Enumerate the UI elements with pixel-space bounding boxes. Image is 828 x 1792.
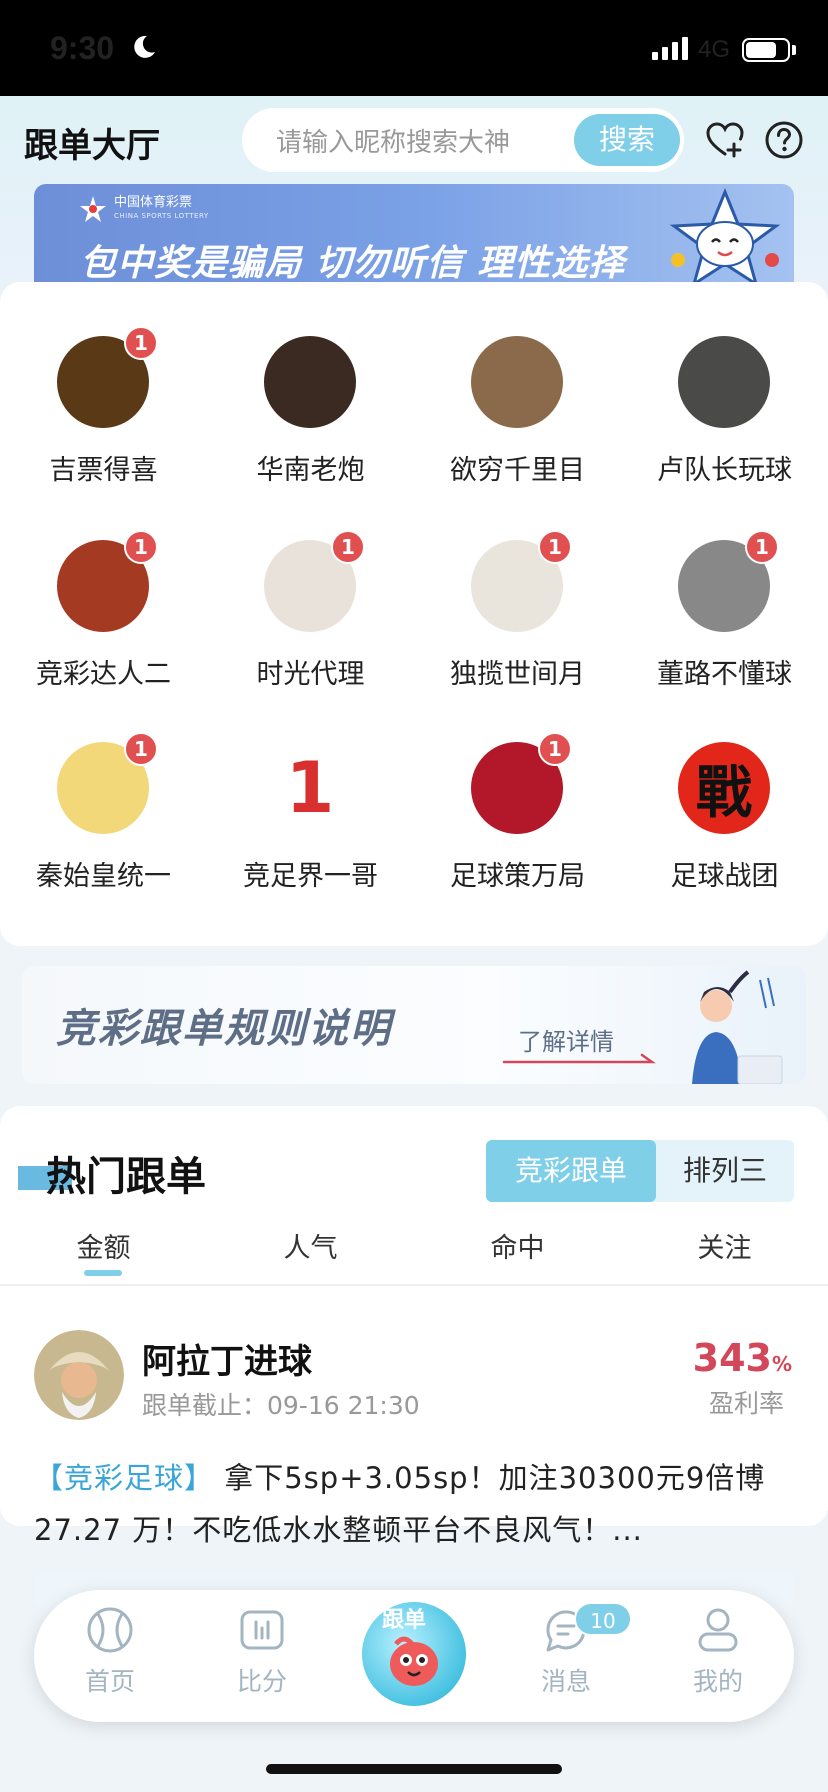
profit-rate-label: 盈利率 — [708, 1389, 784, 1418]
battery-level — [746, 42, 776, 58]
profit-rate: 343% — [680, 1336, 792, 1380]
tab-amount[interactable]: 金额 — [0, 1226, 207, 1265]
illustration-girl — [692, 970, 783, 1084]
avatar[interactable] — [34, 1330, 124, 1420]
rules-title: 竞彩跟单规则说明 — [56, 1006, 392, 1052]
search-button[interactable]: 搜索 — [574, 114, 680, 166]
arrow-right-icon — [502, 1053, 656, 1064]
nav-score[interactable]: 比分 — [212, 1606, 312, 1698]
expert-name: 时光代理 — [256, 659, 365, 690]
status-time: 9:30 — [50, 30, 115, 66]
tab-follow[interactable]: 关注 — [621, 1226, 828, 1265]
avatar — [471, 336, 563, 428]
expert-name: 欲穷千里目 — [450, 455, 585, 486]
profit-rate-value: 343 — [692, 1336, 772, 1380]
notification-badge: 1 — [331, 530, 365, 564]
lottery-logo-en: CHINA SPORTS LOTTERY — [114, 212, 209, 220]
page-title: 跟单大厅 — [24, 126, 160, 166]
post-body[interactable]: 【竞彩足球】 拿下5sp+3.05sp！加注30300元9倍博27.27 万！不… — [34, 1452, 794, 1556]
avatar: 1 — [264, 742, 356, 834]
expert-name: 吉票得喜 — [49, 455, 158, 486]
avatar: 戰 — [678, 742, 770, 834]
post-deadline: 跟单截止：09-16 21:30 — [142, 1386, 420, 1422]
battery-tip — [792, 45, 796, 55]
tab-popularity[interactable]: 人气 — [207, 1226, 414, 1265]
heart-plus-icon[interactable] — [706, 122, 744, 158]
notification-badge: 1 — [745, 530, 779, 564]
nav-home-label: 首页 — [84, 1667, 135, 1696]
nav-mine[interactable]: 我的 — [668, 1606, 768, 1698]
home-indicator — [266, 1764, 562, 1774]
nav-home[interactable]: 首页 — [60, 1606, 160, 1698]
deadline-label: 跟单截止： — [142, 1391, 268, 1420]
profit-rate-unit: % — [771, 1352, 792, 1376]
lottery-logo-text: 中国体育彩票 — [114, 195, 193, 210]
banner-slogan: 包中奖是骗局 切勿听信 理性选择 — [80, 243, 626, 284]
expert-name: 足球战团 — [670, 861, 779, 892]
notification-badge: 1 — [124, 530, 158, 564]
expert-name: 独揽世间月 — [450, 659, 585, 690]
nav-score-label: 比分 — [236, 1667, 287, 1696]
help-icon[interactable] — [764, 120, 804, 160]
network-label: 4G — [698, 36, 731, 63]
expert-name: 秦始皇统一 — [36, 861, 171, 892]
notification-badge: 1 — [124, 732, 158, 766]
nav-follow-label: 跟单 — [382, 1608, 427, 1633]
expert-name: 卢队长玩球 — [657, 455, 792, 486]
football-icon — [87, 1607, 133, 1653]
avatar — [678, 336, 770, 428]
active-tab-indicator — [84, 1270, 122, 1276]
expert-name: 足球策万局 — [450, 861, 585, 892]
expert-name: 竞彩达人二 — [36, 659, 171, 690]
avatar — [264, 336, 356, 428]
notification-badge: 1 — [538, 732, 572, 766]
expert-name: 董路不懂球 — [657, 659, 792, 690]
post-tag: 【竞彩足球】 — [34, 1461, 215, 1495]
user-icon — [698, 1608, 738, 1652]
hot-section-title: 热门跟单 — [46, 1154, 206, 1200]
notification-badge: 1 — [124, 326, 158, 360]
expert-name: 华南老炮 — [256, 455, 365, 486]
expert-name: 竞足界一哥 — [243, 861, 378, 892]
nav-messages-label: 消息 — [540, 1667, 591, 1696]
deadline-value: 09-16 21:30 — [267, 1391, 420, 1420]
post-author-name[interactable]: 阿拉丁进球 — [142, 1334, 312, 1383]
moon-icon — [134, 35, 155, 58]
battery-icon — [742, 38, 790, 62]
notification-badge: 1 — [538, 530, 572, 564]
segment-jingcai[interactable]: 竞彩跟单 — [486, 1140, 656, 1202]
search-placeholder[interactable]: 请输入昵称搜索大神 — [276, 122, 510, 159]
signal-icon — [652, 37, 688, 60]
segment-pailie3[interactable]: 排列三 — [656, 1140, 794, 1202]
lottery-logo-icon — [80, 196, 106, 222]
nav-mine-label: 我的 — [692, 1667, 743, 1696]
tab-hit[interactable]: 命中 — [414, 1226, 621, 1265]
divider — [0, 1284, 828, 1286]
scoreboard-icon — [240, 1610, 284, 1650]
message-count-badge: 10 — [574, 1602, 632, 1636]
